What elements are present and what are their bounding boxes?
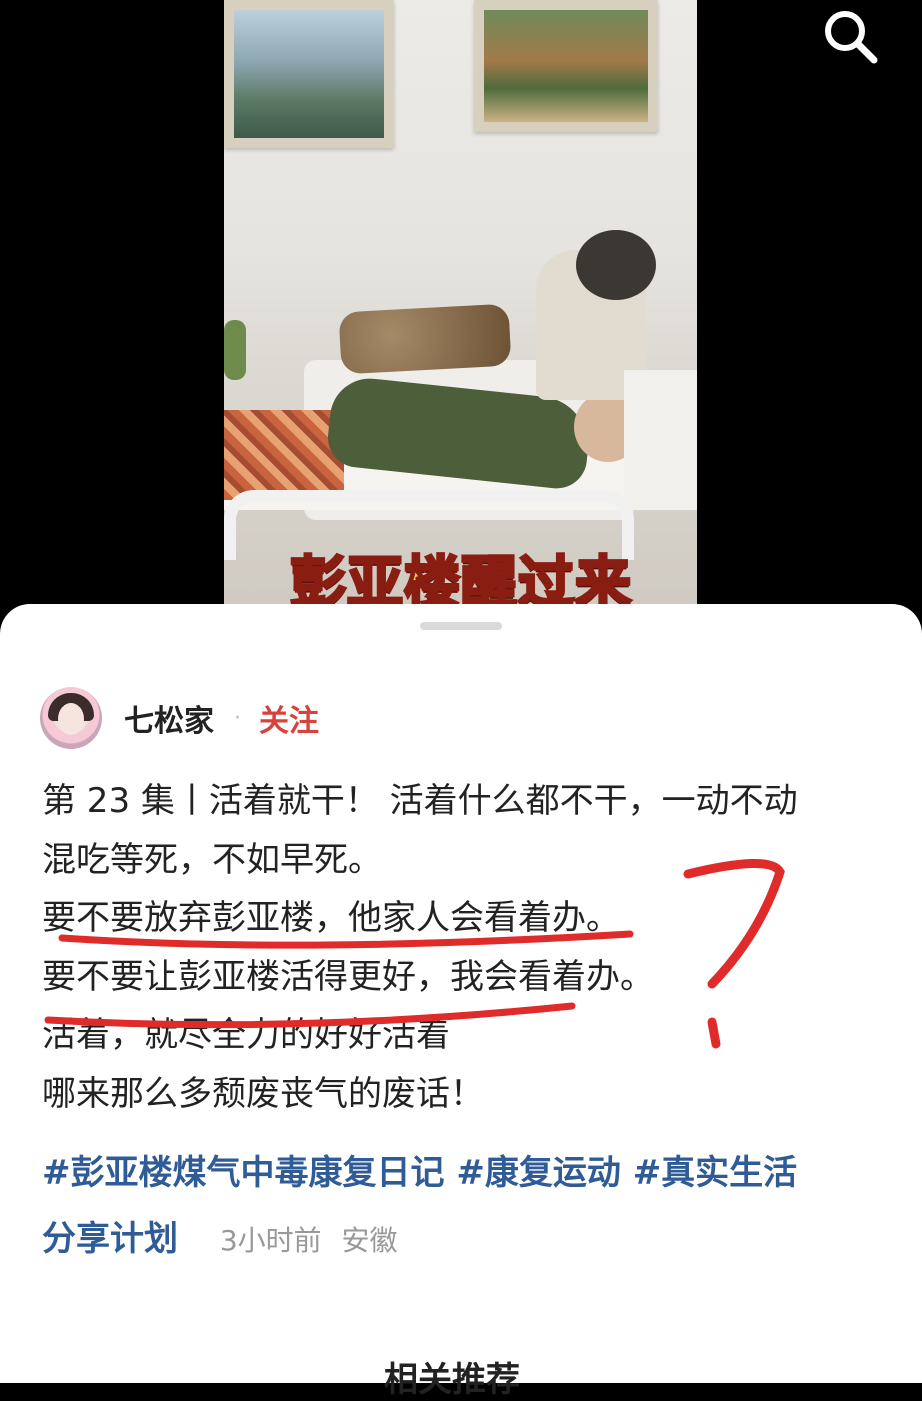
follow-button[interactable]: 关注 bbox=[259, 696, 319, 740]
post-location: 安徽 bbox=[341, 1224, 398, 1257]
hashtag-link[interactable]: #彭亚楼煤气中毒康复日记 bbox=[42, 1153, 445, 1193]
post-line: 活着，就尽全力的好好活着 bbox=[42, 1015, 450, 1055]
drag-handle[interactable] bbox=[420, 622, 502, 630]
post-line: 要不要放弃彭亚楼，他家人会看着办。 bbox=[42, 898, 620, 938]
hashtag-link[interactable]: #真实生活 bbox=[633, 1153, 798, 1193]
separator-dot: · bbox=[234, 705, 241, 731]
pillow bbox=[338, 303, 512, 375]
post-body: 第 23 集丨活着就干！ 活着什么都不干，一动不动 混吃等死，不如早死。 要不要… bbox=[42, 772, 892, 1123]
video-frame[interactable]: 彭亚楼醒过来 bbox=[224, 0, 697, 620]
caregiver-cap bbox=[576, 230, 656, 300]
author-name[interactable]: 七松家 bbox=[124, 696, 214, 740]
cabinet bbox=[624, 370, 697, 510]
post-sheet: 七松家 · 关注 第 23 集丨活着就干！ 活着什么都不干，一动不动 混吃等死，… bbox=[0, 604, 922, 1400]
author-row: 七松家 · 关注 bbox=[40, 686, 640, 750]
hashtag-link[interactable]: #康复运动 bbox=[456, 1153, 621, 1193]
search-icon[interactable] bbox=[820, 6, 880, 66]
hashtags: #彭亚楼煤气中毒康复日记 #康复运动 #真实生活 分享计划 3小时前 安徽 bbox=[42, 1140, 902, 1274]
hashtag-link[interactable]: 分享计划 bbox=[42, 1219, 178, 1259]
blanket bbox=[224, 410, 344, 500]
post-line: 哪来那么多颓废丧气的废话！ bbox=[42, 1073, 484, 1114]
post-line: 第 23 集丨活着就干！ 活着什么都不干，一动不动 bbox=[42, 781, 798, 821]
post-line: 混吃等死，不如早死。 bbox=[42, 839, 382, 880]
video-player[interactable]: 彭亚楼醒过来 bbox=[0, 0, 922, 620]
plant bbox=[224, 320, 246, 380]
wall-painting-left bbox=[224, 0, 394, 148]
wall-painting-right bbox=[474, 0, 658, 132]
post-time: 3小时前 bbox=[219, 1224, 322, 1257]
avatar[interactable] bbox=[40, 687, 102, 749]
related-title: 相关推荐 bbox=[384, 1360, 520, 1400]
post-line: 要不要让彭亚楼活得更好，我会看着办。 bbox=[42, 956, 654, 997]
